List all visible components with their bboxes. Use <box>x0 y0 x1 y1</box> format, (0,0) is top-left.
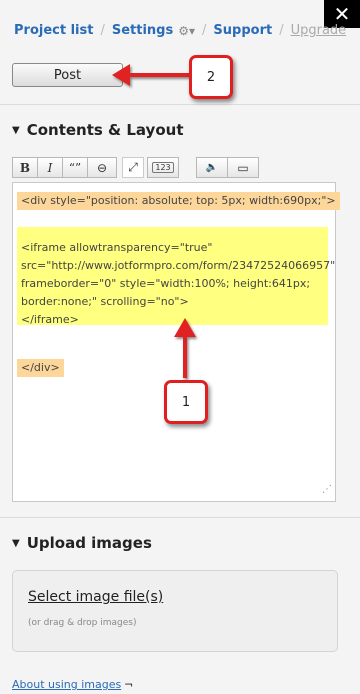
nav-project-list-link[interactable]: Project list <box>14 23 93 38</box>
collapse-triangle-icon: ▼ <box>12 124 20 136</box>
gear-icon[interactable]: ⚙▾ <box>178 24 195 38</box>
numbered-list-icon: 123 <box>152 162 174 173</box>
post-button[interactable]: Post <box>12 63 123 87</box>
nav-separator: / <box>100 23 105 38</box>
select-image-files-link[interactable]: Select image file(s) <box>28 589 163 605</box>
about-using-images-link[interactable]: About using images <box>12 678 121 691</box>
arrow-to-post-button <box>112 64 190 86</box>
upload-section-header[interactable]: ▼ Upload images <box>12 534 152 552</box>
divider <box>0 517 360 518</box>
link-button[interactable]: ⊖ <box>87 157 117 178</box>
image-drop-zone[interactable]: Select image file(s) (or drag & drop ima… <box>12 570 338 652</box>
annotation-badge-1: 1 <box>164 380 208 424</box>
contents-section-header[interactable]: ▼ Contents & Layout <box>12 121 184 139</box>
nav-separator: / <box>279 23 284 38</box>
video-button[interactable]: ▭ <box>227 157 259 178</box>
collapse-triangle-icon: ▼ <box>12 537 20 549</box>
numbered-list-button[interactable]: 123 <box>147 157 179 178</box>
html-editor-textarea[interactable]: <div style="position: absolute; top: 5px… <box>12 182 340 502</box>
contents-section-title: Contents & Layout <box>26 121 184 139</box>
resize-grip-icon[interactable]: ⋰ <box>322 481 332 499</box>
nav-separator: / <box>202 23 207 38</box>
upload-section-title: Upload images <box>26 534 152 552</box>
code-line-div-close: </div> <box>17 359 64 377</box>
speaker-icon: 🔈 <box>205 162 219 173</box>
code-iframe-block: <iframe allowtransparency="true" src="ht… <box>17 227 335 326</box>
editor-toolbar: B I “” ⊖ ⤢ 123 🔈 ▭ <box>12 157 259 179</box>
drag-drop-hint: (or drag & drop images) <box>28 618 137 628</box>
expand-icon: ⤢ <box>128 160 138 174</box>
top-nav: Project list / Settings ⚙▾ / Support / U… <box>14 23 346 38</box>
film-icon: ▭ <box>237 160 249 175</box>
audio-button[interactable]: 🔈 <box>196 157 228 178</box>
bold-button[interactable]: B <box>12 157 38 178</box>
expand-button[interactable]: ⤢ <box>122 157 144 178</box>
nav-settings-link[interactable]: Settings <box>112 23 173 38</box>
nav-upgrade-link[interactable]: Upgrade <box>291 23 347 38</box>
quote-button[interactable]: “” <box>62 157 88 178</box>
nav-support-link[interactable]: Support <box>213 23 272 38</box>
divider <box>0 104 360 105</box>
external-arrow-icon: ¬ <box>124 678 134 691</box>
code-line-div-open: <div style="position: absolute; top: 5px… <box>17 192 340 210</box>
link-icon: ⊖ <box>96 160 108 175</box>
italic-button[interactable]: I <box>37 157 63 178</box>
annotation-badge-2: 2 <box>189 55 233 99</box>
